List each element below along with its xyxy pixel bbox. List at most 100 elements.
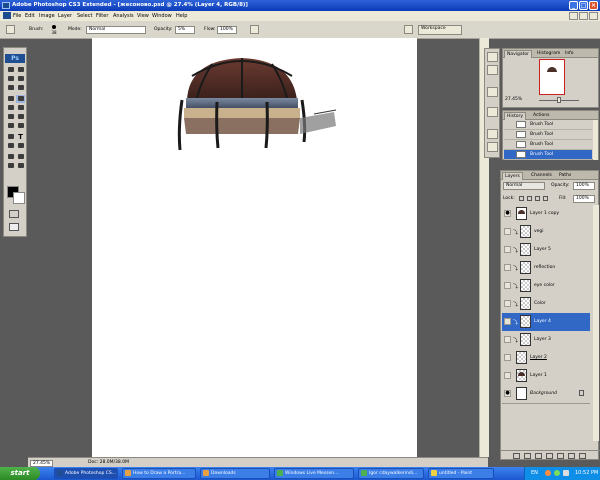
workspace-button[interactable]: Workspace: [418, 25, 462, 35]
visibility-toggle[interactable]: [504, 336, 511, 343]
magic-wand-tool-icon[interactable]: [16, 75, 25, 83]
menu-analysis[interactable]: Analysis: [113, 13, 134, 19]
layer-row[interactable]: ● Layer 1 copy: [502, 205, 590, 224]
gradient-tool-icon[interactable]: [16, 113, 25, 121]
layer-mask-icon[interactable]: [535, 453, 542, 459]
link-layers-icon[interactable]: [513, 453, 520, 459]
layer-row[interactable]: ● Background: [502, 385, 590, 404]
tab-channels[interactable]: Channels: [529, 172, 554, 179]
tab-info[interactable]: Info: [563, 50, 576, 57]
new-layer-icon[interactable]: [568, 453, 575, 459]
visibility-toggle[interactable]: [504, 300, 511, 307]
lock-all-icon[interactable]: [543, 196, 548, 201]
taskbar-item[interactable]: Igor cdaywalkerindi...: [358, 468, 424, 479]
taskbar-item[interactable]: Windows Live Messen...: [274, 468, 354, 479]
new-group-icon[interactable]: [557, 453, 564, 459]
lasso-tool-icon[interactable]: [6, 75, 15, 83]
eye-icon[interactable]: ●: [504, 210, 511, 217]
clone-stamp-tool-icon[interactable]: [6, 104, 15, 112]
eraser-tool-icon[interactable]: [6, 113, 15, 121]
layer-row[interactable]: Layer 1: [502, 367, 590, 386]
navigator-slider-thumb[interactable]: [557, 97, 561, 103]
brushes-panel-icon[interactable]: [487, 52, 498, 62]
background-color-swatch[interactable]: [13, 192, 25, 204]
menu-filter[interactable]: Filter: [96, 13, 108, 19]
tab-actions[interactable]: Actions: [531, 112, 551, 119]
quick-mask-icon[interactable]: [9, 210, 19, 218]
tray-network-icon[interactable]: [554, 470, 560, 476]
history-item[interactable]: Brush Tool: [504, 140, 592, 150]
layer-row[interactable]: ⤵ reflection: [502, 259, 590, 278]
taskbar-item[interactable]: How to Draw a Portra...: [122, 468, 196, 479]
layer-row[interactable]: ⤵ Layer 5: [502, 241, 590, 260]
tab-layers[interactable]: Layers: [502, 172, 523, 180]
mode-select[interactable]: Normal: [86, 26, 146, 34]
taskbar-item[interactable]: untitled - Paint: [428, 468, 494, 479]
menu-image[interactable]: Image: [39, 13, 55, 19]
tray-app-icon[interactable]: [545, 470, 551, 476]
navigator-zoom[interactable]: 27.45%: [505, 97, 522, 102]
crop-tool-icon[interactable]: [6, 84, 15, 92]
fill-field[interactable]: 100%: [573, 195, 595, 203]
menu-help[interactable]: Help: [176, 13, 187, 19]
blend-mode-select[interactable]: Normal: [503, 182, 545, 190]
status-zoom[interactable]: 27.45%: [30, 460, 54, 467]
zoom-tool-icon[interactable]: [16, 162, 25, 170]
adjustment-layer-icon[interactable]: [546, 453, 553, 459]
start-button[interactable]: start: [0, 467, 40, 480]
tray-language[interactable]: EN: [531, 470, 538, 476]
menu-layer[interactable]: Layer: [58, 13, 72, 19]
slice-tool-icon[interactable]: [16, 84, 25, 92]
tab-navigator[interactable]: Navigator: [504, 50, 533, 58]
opacity-field[interactable]: 5%: [175, 26, 195, 34]
lock-transparent-icon[interactable]: [519, 196, 524, 201]
tab-history[interactable]: History: [504, 112, 527, 120]
type-tool-icon[interactable]: T: [16, 133, 25, 141]
visibility-toggle[interactable]: [504, 282, 511, 289]
palette-well-icon[interactable]: [404, 25, 413, 34]
doc-restore-button[interactable]: [579, 12, 588, 20]
brush-tool-preset-icon[interactable]: [6, 25, 15, 34]
menu-edit[interactable]: Edit: [25, 13, 35, 19]
doc-close-button[interactable]: [589, 12, 598, 20]
layer-row[interactable]: ⤵ vegi: [502, 223, 590, 242]
layer-comps-panel-icon[interactable]: [487, 107, 498, 117]
visibility-toggle[interactable]: [504, 264, 511, 271]
eye-icon[interactable]: ●: [504, 390, 511, 397]
move-tool-icon[interactable]: [6, 66, 15, 74]
layer-opacity-field[interactable]: 100%: [573, 182, 595, 190]
hand-tool-icon[interactable]: [6, 162, 15, 170]
flow-field[interactable]: 100%: [217, 26, 237, 34]
airbrush-icon[interactable]: [250, 25, 259, 34]
history-item[interactable]: Brush Tool: [504, 120, 592, 130]
menu-window[interactable]: Window: [152, 13, 172, 19]
clone-source-panel-icon[interactable]: [487, 65, 498, 75]
layers-scrollbar[interactable]: [593, 205, 599, 441]
visibility-toggle[interactable]: [504, 372, 511, 379]
layer-row[interactable]: Layer 2: [502, 349, 590, 368]
eyedropper-tool-icon[interactable]: [16, 153, 25, 161]
tray-volume-icon[interactable]: [563, 470, 569, 476]
minimize-button[interactable]: _: [569, 1, 578, 10]
menu-view[interactable]: View: [137, 13, 149, 19]
lock-position-icon[interactable]: [535, 196, 540, 201]
screen-mode-icon[interactable]: [9, 223, 19, 231]
layer-row-selected[interactable]: ⤵ Layer 4: [502, 313, 590, 332]
dodge-tool-icon[interactable]: [16, 122, 25, 130]
visibility-toggle[interactable]: [504, 354, 511, 361]
history-item-selected[interactable]: Brush Tool: [504, 150, 592, 160]
paragraph-panel-icon[interactable]: [487, 142, 498, 152]
menu-select[interactable]: Select: [77, 13, 92, 19]
character-panel-icon[interactable]: [487, 129, 498, 139]
navigator-preview[interactable]: [539, 59, 565, 95]
menu-file[interactable]: File: [13, 13, 21, 19]
doc-minimize-button[interactable]: [569, 12, 578, 20]
tab-histogram[interactable]: Histogram: [535, 50, 562, 57]
history-item[interactable]: Brush Tool: [504, 130, 592, 140]
layer-row[interactable]: ⤵ Layer 3: [502, 331, 590, 350]
shape-tool-icon[interactable]: [16, 142, 25, 150]
brush-tool-icon[interactable]: [16, 95, 25, 103]
trash-icon[interactable]: [579, 453, 586, 459]
history-brush-tool-icon[interactable]: [16, 104, 25, 112]
history-scrollbar[interactable]: [593, 120, 598, 160]
